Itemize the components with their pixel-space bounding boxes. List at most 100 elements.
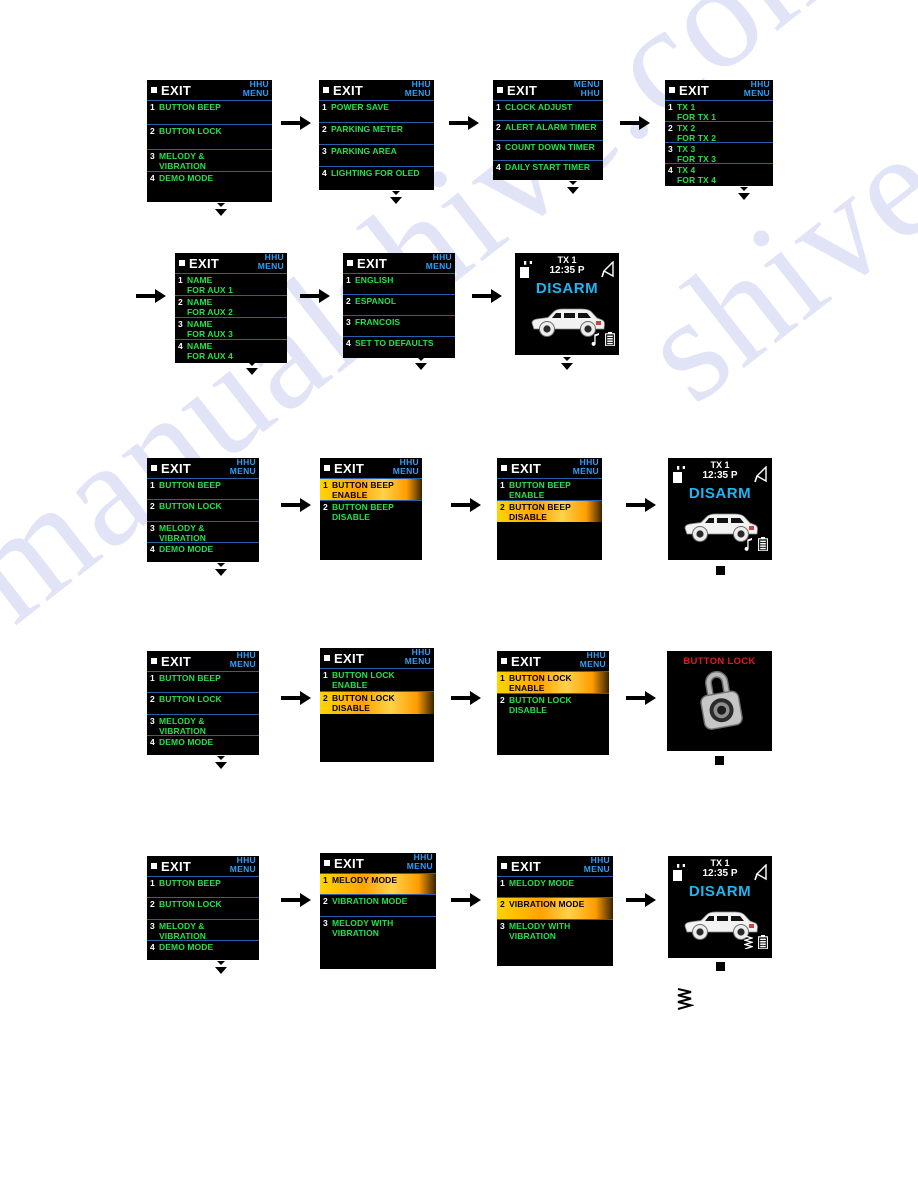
square-bullet-icon xyxy=(324,654,330,661)
menu-item[interactable]: 4 DEMO MODE xyxy=(147,940,259,958)
menu-item[interactable]: 2 PARKING METER xyxy=(319,122,434,144)
menu-item[interactable]: 1 BUTTON BEEP xyxy=(147,671,259,692)
exit-label[interactable]: EXIT xyxy=(161,655,191,668)
menu-item[interactable]: 1 TX 1 FOR TX 1 xyxy=(665,100,773,122)
vibration-icon xyxy=(742,935,755,954)
exit-label[interactable]: EXIT xyxy=(334,857,364,870)
screen-tx-menu[interactable]: EXIT HHU MENU 1 TX 1 FOR TX 1 2 TX 2 FOR TX 2… xyxy=(665,80,773,186)
screen-disarm-status[interactable]: TX 1 12:35 P DISARM xyxy=(668,458,772,560)
exit-label[interactable]: EXIT xyxy=(511,860,541,873)
screen-button-lock-alert[interactable]: BUTTON LOCK xyxy=(667,651,772,751)
screen-main-menu[interactable]: EXIT HHU MENU 1 BUTTON BEEP 2 BUTTON LOCK 3… xyxy=(147,458,259,562)
screen-disarm-status-vibration[interactable]: TX 1 12:35 P DISARM xyxy=(668,856,772,958)
screen-aux-name-menu[interactable]: EXIT HHU MENU 1 NAME FOR AUX 1 2 NAME FOR AUX… xyxy=(175,253,287,363)
screen-main-menu[interactable]: EXIT HHU MENU 1 BUTTON BEEP 2 BUTTON LOCK 3… xyxy=(147,856,259,960)
exit-label[interactable]: EXIT xyxy=(334,652,364,665)
hhu-menu-label: HHU MENU xyxy=(404,648,431,666)
menu-item[interactable]: 4 SET TO DEFAULTS xyxy=(343,336,455,357)
menu-item[interactable]: 1 MELODY MODE xyxy=(497,876,613,897)
menu-item[interactable]: 3 MELODY & VIBRATION xyxy=(147,149,272,171)
screen-vibration-mode-selected[interactable]: EXIT HHU MENU 1 MELODY MODE 2 VIBRATION MOD… xyxy=(497,856,613,966)
menu-item-selected[interactable]: 1 BUTTON LOCK ENABLE xyxy=(497,671,609,693)
antenna-icon xyxy=(601,260,615,283)
screen-main-menu[interactable]: EXIT HHU MENU 1 BUTTON BEEP 2 BUTTON LOCK 3… xyxy=(147,80,272,202)
menu-item[interactable]: 4 NAME FOR AUX 4 xyxy=(175,339,287,361)
menu-item-selected[interactable]: 2 BUTTON BEEP DISABLE xyxy=(497,500,602,522)
menu-item[interactable]: 2 VIBRATION MODE xyxy=(320,894,436,916)
screen-timer-menu[interactable]: EXIT MENU HHU 1 CLOCK ADJUST 2 ALERT ALARM … xyxy=(493,80,603,180)
hhu-menu-label: HHU MENU xyxy=(229,856,256,874)
exit-label[interactable]: EXIT xyxy=(161,84,191,97)
menu-item[interactable]: 2 ESPANOL xyxy=(343,294,455,315)
menu-item[interactable]: 1 CLOCK ADJUST xyxy=(493,100,603,120)
menu-item[interactable]: 1 ENGLISH xyxy=(343,273,455,294)
music-note-icon xyxy=(744,538,753,556)
menu-items: 1 BUTTON BEEP ENABLE 2 BUTTON BEEP DISABLE xyxy=(320,478,422,522)
menu-item[interactable]: 2 BUTTON LOCK xyxy=(147,897,259,919)
exit-label[interactable]: EXIT xyxy=(161,860,191,873)
menu-item[interactable]: 3 PARKING AREA xyxy=(319,144,434,166)
menu-item[interactable]: 3 MELODY & VIBRATION xyxy=(147,521,259,543)
screen-melody-mode-selected[interactable]: EXIT HHU MENU 1 MELODY MODE 2 VIBRATION MOD… xyxy=(320,853,436,969)
menu-item[interactable]: 2 BUTTON LOCK xyxy=(147,692,259,714)
screen-disarm-status[interactable]: TX 1 12:35 P DISARM xyxy=(515,253,619,355)
exit-label[interactable]: EXIT xyxy=(507,84,537,97)
menu-item[interactable]: 3 TX 3 FOR TX 3 xyxy=(665,142,773,164)
exit-label[interactable]: EXIT xyxy=(679,84,709,97)
exit-label[interactable]: EXIT xyxy=(333,84,363,97)
menu-item[interactable]: 3 MELODY & VIBRATION xyxy=(147,919,259,941)
unlock-icon xyxy=(673,462,686,488)
menu-item-selected[interactable]: 1 BUTTON BEEP ENABLE xyxy=(320,478,422,500)
hhu-menu-label: HHU MENU xyxy=(572,458,599,476)
menu-item[interactable]: 4 DEMO MODE xyxy=(147,735,259,753)
menu-item[interactable]: 3 MELODY WITH VIBRATION xyxy=(320,916,436,940)
menu-item-selected[interactable]: 2 VIBRATION MODE xyxy=(497,897,613,919)
menu-item[interactable]: 3 NAME FOR AUX 3 xyxy=(175,317,287,339)
menu-item[interactable]: 1 NAME FOR AUX 1 xyxy=(175,273,287,295)
flow-arrow-right xyxy=(281,498,311,517)
screen-button-lock-disable-selected[interactable]: EXIT HHU MENU 1 BUTTON LOCK ENABLE 2 BUTTON … xyxy=(320,648,434,762)
menu-item[interactable]: 1 BUTTON LOCK ENABLE xyxy=(320,668,434,691)
menu-item[interactable]: 1 BUTTON BEEP xyxy=(147,100,272,124)
menu-item[interactable]: 3 MELODY WITH VIBRATION xyxy=(497,919,613,943)
menu-item[interactable]: 2 BUTTON LOCK xyxy=(147,499,259,521)
menu-item[interactable]: 4 DEMO MODE xyxy=(147,171,272,191)
screen-language-menu[interactable]: EXIT HHU MENU 1 ENGLISH 2 ESPANOL 3 FRANCOIS… xyxy=(343,253,455,358)
menu-item[interactable]: 2 BUTTON BEEP DISABLE xyxy=(320,500,422,522)
unlock-icon xyxy=(673,860,686,886)
screen-power-parking-menu[interactable]: EXIT HHU MENU 1 POWER SAVE 2 PARKING METER … xyxy=(319,80,434,190)
menu-item-selected[interactable]: 2 BUTTON LOCK DISABLE xyxy=(320,691,434,714)
menu-item[interactable]: 4 TX 4 FOR TX 4 xyxy=(665,163,773,185)
menu-item[interactable]: 3 COUNT DOWN TIMER xyxy=(493,140,603,160)
menu-item[interactable]: 4 DEMO MODE xyxy=(147,542,259,560)
exit-label[interactable]: EXIT xyxy=(511,462,541,475)
menu-item[interactable]: 2 TX 2 FOR TX 2 xyxy=(665,121,773,143)
exit-label[interactable]: EXIT xyxy=(334,462,364,475)
menu-item[interactable]: 4 DAILY START TIMER xyxy=(493,160,603,180)
exit-label[interactable]: EXIT xyxy=(357,257,387,270)
menu-item[interactable]: 1 BUTTON BEEP xyxy=(147,478,259,499)
square-bullet-icon xyxy=(151,657,157,664)
menu-item[interactable]: 4 LIGHTING FOR OLED xyxy=(319,166,434,188)
menu-item[interactable]: 2 NAME FOR AUX 2 xyxy=(175,295,287,317)
flow-arrow-right xyxy=(281,691,311,710)
screen-button-beep-disable-selected[interactable]: EXIT HHU MENU 1 BUTTON BEEP ENABLE 2 BUTTON … xyxy=(497,458,602,560)
menu-item[interactable]: 1 BUTTON BEEP ENABLE xyxy=(497,478,602,500)
screen-main-menu[interactable]: EXIT HHU MENU 1 BUTTON BEEP 2 BUTTON LOCK 3… xyxy=(147,651,259,755)
screen-button-lock-enable-selected[interactable]: EXIT HHU MENU 1 BUTTON LOCK ENABLE 2 BUTTON … xyxy=(497,651,609,755)
menu-item[interactable]: 2 ALERT ALARM TIMER xyxy=(493,120,603,140)
antenna-icon xyxy=(754,465,768,488)
menu-items: 1 MELODY MODE 2 VIBRATION MODE 3 MELODY WIT… xyxy=(497,876,613,943)
menu-item[interactable]: 2 BUTTON LOCK xyxy=(147,124,272,149)
exit-label[interactable]: EXIT xyxy=(511,655,541,668)
menu-item[interactable]: 2 BUTTON LOCK DISABLE xyxy=(497,693,609,715)
flow-arrow-right xyxy=(281,116,311,135)
menu-item[interactable]: 3 MELODY & VIBRATION xyxy=(147,714,259,736)
menu-item[interactable]: 1 POWER SAVE xyxy=(319,100,434,122)
menu-item-selected[interactable]: 1 MELODY MODE xyxy=(320,873,436,894)
menu-item[interactable]: 1 BUTTON BEEP xyxy=(147,876,259,897)
exit-label[interactable]: EXIT xyxy=(161,462,191,475)
screen-button-beep-enable-selected[interactable]: EXIT HHU MENU 1 BUTTON BEEP ENABLE 2 BUTTON … xyxy=(320,458,422,560)
exit-label[interactable]: EXIT xyxy=(189,257,219,270)
menu-item[interactable]: 3 FRANCOIS xyxy=(343,315,455,336)
